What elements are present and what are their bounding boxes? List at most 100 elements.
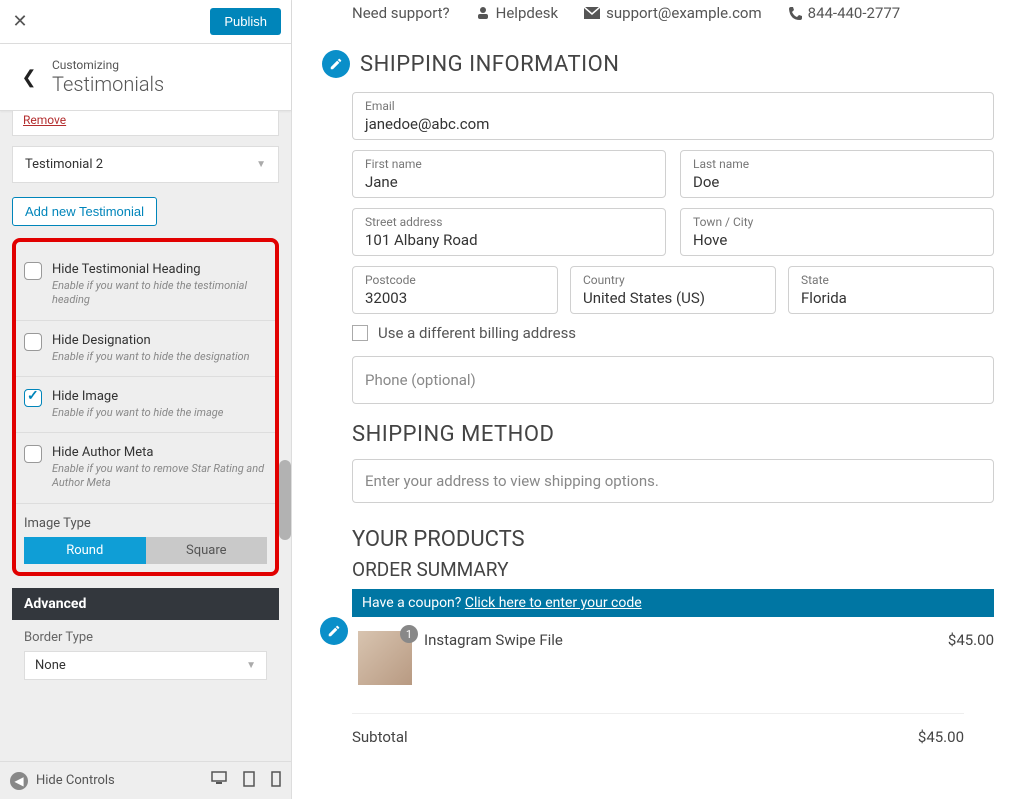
customizing-label: Customizing — [52, 58, 164, 72]
street-field[interactable]: Street address 101 Albany Road — [352, 208, 666, 256]
image-type-segmented: Round Square — [24, 537, 267, 564]
street-value: 101 Albany Road — [365, 231, 653, 249]
remove-link[interactable]: Remove — [12, 111, 279, 136]
option-label: Hide Author Meta — [52, 445, 267, 460]
country-label: Country — [583, 273, 763, 287]
desktop-icon[interactable] — [211, 771, 227, 791]
pencil-icon — [329, 57, 343, 71]
pencil-icon — [327, 624, 341, 638]
different-billing-checkbox[interactable] — [352, 325, 368, 341]
subtotal-value: $45.00 — [918, 728, 964, 746]
image-type-round[interactable]: Round — [24, 537, 146, 564]
email-label: Email — [365, 99, 981, 113]
image-type-label: Image Type — [16, 504, 275, 537]
preview-pane: Need support? Helpdesk support@example.c… — [292, 0, 1024, 799]
last-name-field[interactable]: Last name Doe — [680, 150, 994, 198]
order-summary-heading: ORDER SUMMARY — [352, 558, 994, 581]
support-phone-label: 844-440-2777 — [808, 4, 901, 22]
last-name-label: Last name — [693, 157, 981, 171]
option-hide-designation: Hide Designation Enable if you want to h… — [16, 321, 275, 377]
mobile-icon[interactable] — [271, 771, 281, 791]
option-label: Hide Designation — [52, 333, 250, 348]
option-label: Hide Testimonial Heading — [52, 262, 267, 277]
subtotal-row: Subtotal $45.00 — [352, 713, 964, 746]
state-label: State — [801, 273, 981, 287]
advanced-section-header[interactable]: Advanced — [12, 588, 279, 620]
user-icon — [476, 6, 490, 20]
close-icon[interactable]: ✕ — [10, 12, 30, 32]
mail-icon — [584, 7, 600, 19]
helpdesk-label: Helpdesk — [496, 4, 558, 22]
support-phone[interactable]: 844-440-2777 — [788, 4, 901, 22]
town-value: Hove — [693, 231, 981, 249]
panel-body: Remove Testimonial 2 ▼ Add new Testimoni… — [0, 111, 291, 799]
postcode-value: 32003 — [365, 289, 545, 307]
phone-icon — [788, 6, 802, 20]
options-highlight-box: Hide Testimonial Heading Enable if you w… — [12, 238, 279, 576]
chevron-down-icon: ▼ — [256, 159, 266, 170]
shipping-method-placeholder: Enter your address to view shipping opti… — [352, 459, 994, 503]
product-name: Instagram Swipe File — [424, 631, 936, 649]
testimonial-dropdown[interactable]: Testimonial 2 ▼ — [12, 146, 279, 183]
product-thumbnail: 1 — [358, 631, 412, 685]
support-email[interactable]: support@example.com — [584, 4, 762, 22]
collapse-icon: ◀ — [10, 772, 28, 790]
phone-field[interactable]: Phone (optional) — [352, 356, 994, 404]
email-value: janedoe@abc.com — [365, 115, 981, 133]
first-name-label: First name — [365, 157, 653, 171]
option-desc: Enable if you want to hide the designati… — [52, 350, 250, 364]
publish-button[interactable]: Publish — [210, 8, 281, 35]
shipping-form: Email janedoe@abc.com First name Jane La… — [322, 92, 994, 314]
support-need-label: Need support? — [352, 4, 450, 22]
option-hide-author-meta: Hide Author Meta Enable if you want to r… — [16, 433, 275, 504]
chevron-down-icon: ▼ — [246, 660, 256, 671]
email-field[interactable]: Email janedoe@abc.com — [352, 92, 994, 140]
postcode-field[interactable]: Postcode 32003 — [352, 266, 558, 314]
border-type-label: Border Type — [12, 620, 279, 645]
town-label: Town / City — [693, 215, 981, 229]
shipping-heading: SHIPPING INFORMATION — [360, 52, 619, 77]
option-desc: Enable if you want to hide the image — [52, 406, 223, 420]
checkbox-hide-heading[interactable] — [24, 262, 42, 280]
support-helpdesk[interactable]: Helpdesk — [476, 4, 558, 22]
postcode-label: Postcode — [365, 273, 545, 287]
product-price: $45.00 — [948, 631, 994, 649]
shipping-heading-row: SHIPPING INFORMATION — [322, 50, 994, 78]
edit-section-button[interactable] — [322, 50, 350, 78]
state-field[interactable]: State Florida — [788, 266, 994, 314]
checkbox-hide-author-meta[interactable] — [24, 445, 42, 463]
checkbox-hide-designation[interactable] — [24, 333, 42, 351]
shipping-method-heading: SHIPPING METHOD — [352, 422, 994, 447]
testimonial-dropdown-label: Testimonial 2 — [25, 157, 103, 172]
state-value: Florida — [801, 289, 981, 307]
option-desc: Enable if you want to remove Star Rating… — [52, 462, 267, 491]
last-name-value: Doe — [693, 173, 981, 191]
your-products-heading: YOUR PRODUCTS — [352, 527, 994, 552]
back-icon[interactable]: ❮ — [14, 67, 44, 88]
different-billing-row: Use a different billing address — [352, 324, 994, 342]
image-type-square[interactable]: Square — [146, 537, 268, 564]
edit-products-button[interactable] — [320, 617, 348, 645]
tablet-icon[interactable] — [243, 771, 255, 791]
device-preview-toggle — [211, 771, 281, 791]
coupon-link[interactable]: Click here to enter your code — [465, 595, 642, 611]
checkbox-hide-image[interactable] — [24, 389, 42, 407]
section-header: ❮ Customizing Testimonials — [0, 44, 291, 111]
option-hide-image: Hide Image Enable if you want to hide th… — [16, 377, 275, 433]
coupon-text: Have a coupon? — [362, 595, 465, 611]
coupon-banner: Have a coupon? Click here to enter your … — [352, 589, 994, 617]
town-field[interactable]: Town / City Hove — [680, 208, 994, 256]
option-desc: Enable if you want to hide the testimoni… — [52, 279, 267, 308]
country-field[interactable]: Country United States (US) — [570, 266, 776, 314]
product-row: 1 Instagram Swipe File $45.00 — [358, 631, 994, 699]
customizer-topbar: ✕ Publish — [0, 0, 291, 44]
scrollbar-thumb[interactable] — [279, 460, 291, 540]
border-type-value: None — [35, 658, 66, 673]
street-label: Street address — [365, 215, 653, 229]
hide-controls-button[interactable]: ◀ Hide Controls — [10, 772, 115, 790]
border-type-select[interactable]: None ▼ — [24, 651, 267, 680]
add-testimonial-button[interactable]: Add new Testimonial — [12, 197, 157, 226]
section-title: Testimonials — [52, 72, 164, 96]
hide-controls-label: Hide Controls — [36, 773, 115, 788]
first-name-field[interactable]: First name Jane — [352, 150, 666, 198]
